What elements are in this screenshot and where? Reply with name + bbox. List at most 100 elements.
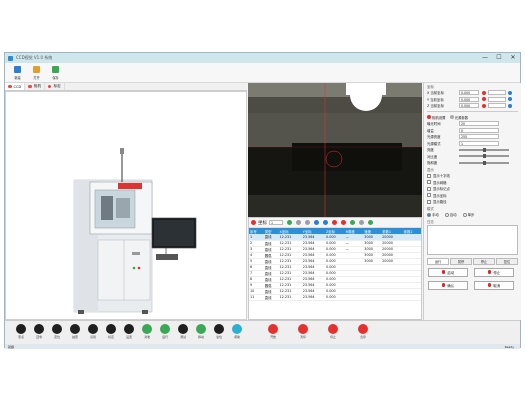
start-button[interactable]: 启动 (428, 267, 468, 277)
coord-step-field[interactable] (488, 96, 506, 102)
bottom-tool-button[interactable]: 急停 (357, 324, 370, 339)
move-down-icon[interactable] (323, 220, 328, 225)
checkbox-label: 显示网格 (433, 180, 447, 185)
run-tab[interactable]: 运行 (427, 257, 449, 265)
coord-field[interactable]: 0.000 (459, 103, 479, 109)
bottom-tool-button[interactable]: 停止 (327, 324, 340, 339)
table-cell[interactable]: 0.000 (324, 294, 345, 301)
go-icon[interactable] (508, 90, 512, 95)
go-icon[interactable] (508, 103, 512, 108)
go-icon[interactable] (508, 97, 512, 102)
slider-thumb[interactable] (483, 154, 486, 159)
bottom-tool-button[interactable]: 识别 (87, 324, 100, 339)
radio-label: 单步 (467, 213, 475, 218)
mode-radio[interactable]: 手动 (427, 212, 439, 217)
coord-field[interactable]: 0.000 (459, 90, 479, 96)
bottom-tool-button[interactable]: 移动 (195, 324, 208, 339)
bottom-tool-button[interactable]: 对准 (141, 324, 154, 339)
tab-light-params[interactable]: 光源参数 (449, 115, 468, 120)
bottom-tool-button[interactable]: 运行 (159, 324, 172, 339)
clear-icon[interactable] (341, 220, 346, 225)
slider-thumb[interactable] (483, 147, 486, 152)
bottom-tool-button[interactable]: 暂停 (297, 324, 310, 339)
table-cell[interactable] (363, 294, 382, 301)
table-cell[interactable] (344, 294, 364, 301)
bottom-tool-button[interactable]: 开始 (267, 324, 280, 339)
maximize-button[interactable]: ☐ (492, 53, 506, 63)
tool-label: 运行 (162, 335, 168, 339)
table-cell[interactable]: 23.564 (301, 294, 325, 301)
tab-ccd[interactable]: CCD (5, 83, 26, 90)
slider-track[interactable] (459, 154, 509, 159)
checkbox[interactable] (427, 186, 431, 191)
settings-icon[interactable] (359, 220, 364, 225)
save-button[interactable]: 保存 (46, 63, 65, 82)
insert-row-icon[interactable] (296, 220, 301, 225)
coord-step-field[interactable] (488, 103, 506, 109)
bottom-tool-button[interactable]: 拍照 (69, 324, 82, 339)
bottom-tool-button[interactable]: 原点 (15, 324, 28, 339)
copy-row-icon[interactable] (305, 220, 310, 225)
table-cell[interactable]: 11 (249, 294, 264, 301)
add-row-icon[interactable] (287, 220, 292, 225)
stop-button[interactable]: 停止 (474, 267, 514, 277)
camera-view[interactable] (248, 83, 422, 217)
radio-label: 自动 (449, 213, 457, 218)
view-tabs: CCD 相机 标定 (5, 83, 247, 91)
bottom-tool-button[interactable]: 回零 (33, 324, 46, 339)
bottom-tool-button[interactable]: 帮助 (231, 324, 244, 339)
param-field[interactable]: 1 (459, 140, 499, 146)
checkbox[interactable] (427, 180, 431, 185)
start-icon (441, 270, 446, 274)
tab-calibration[interactable]: 标定 (45, 83, 65, 90)
param-field[interactable]: 255 (459, 134, 499, 140)
slider-track[interactable] (459, 147, 509, 152)
new-button[interactable]: 新建 (8, 63, 27, 82)
table-cell[interactable] (381, 294, 403, 301)
tab-camera-settings[interactable]: 相机设置 (427, 115, 446, 120)
param-field[interactable]: 20 (459, 121, 499, 127)
jog-icon[interactable] (482, 90, 486, 95)
bottom-tool-button[interactable]: 标定 (105, 324, 118, 339)
table-cell[interactable] (402, 294, 421, 301)
param-field[interactable]: 0 (459, 127, 499, 133)
slider-track[interactable] (459, 160, 509, 165)
run-tab[interactable]: 暂停 (450, 257, 472, 265)
camera-image (248, 83, 422, 217)
bottom-tool-button[interactable]: 测试 (177, 324, 190, 339)
mode-radio[interactable]: 单步 (462, 212, 475, 218)
run-tab[interactable]: 复位 (496, 257, 518, 265)
slider-thumb[interactable] (483, 160, 486, 165)
close-button[interactable]: ✕ (506, 53, 520, 63)
checkbox[interactable] (427, 193, 431, 198)
new-doc-icon (14, 66, 21, 73)
jog-icon[interactable] (482, 103, 486, 108)
log-area[interactable] (427, 224, 518, 255)
coord-step-field[interactable] (488, 90, 506, 96)
jog-icon[interactable] (482, 97, 486, 102)
cancel-button[interactable]: 取消 (474, 280, 514, 290)
table-cell[interactable]: 直线 (263, 294, 279, 301)
bottom-tool-button[interactable]: 复位 (213, 324, 226, 339)
checkbox[interactable] (427, 173, 431, 178)
delete-row-icon[interactable] (332, 220, 337, 225)
move-up-icon[interactable] (314, 220, 319, 225)
grid-index-field[interactable]: 1 (269, 220, 283, 225)
run-tab[interactable]: 停止 (473, 257, 495, 265)
bottom-tool-button[interactable]: 定位 (51, 324, 64, 339)
open-button[interactable]: 打开 (27, 63, 46, 82)
table-row[interactable]: 11 直线 12.231 23.564 0.000 (249, 294, 421, 301)
confirm-icon[interactable] (368, 220, 373, 225)
tool-label: 暂停 (300, 335, 306, 339)
tool-label: 开始 (270, 335, 276, 339)
bottom-tool-button[interactable]: 设置 (123, 324, 136, 339)
coord-field[interactable]: 0.000 (459, 96, 479, 102)
minimize-button[interactable]: — (478, 53, 492, 63)
checkbox[interactable] (427, 199, 431, 204)
run-row-icon[interactable] (350, 220, 355, 225)
tab-camera[interactable]: 相机 (25, 83, 45, 90)
tool-label: 识别 (90, 335, 96, 339)
confirm-button[interactable]: 确认 (428, 280, 468, 290)
table-cell[interactable]: 12.231 (278, 294, 302, 301)
mode-radio[interactable]: 自动 (444, 212, 457, 218)
